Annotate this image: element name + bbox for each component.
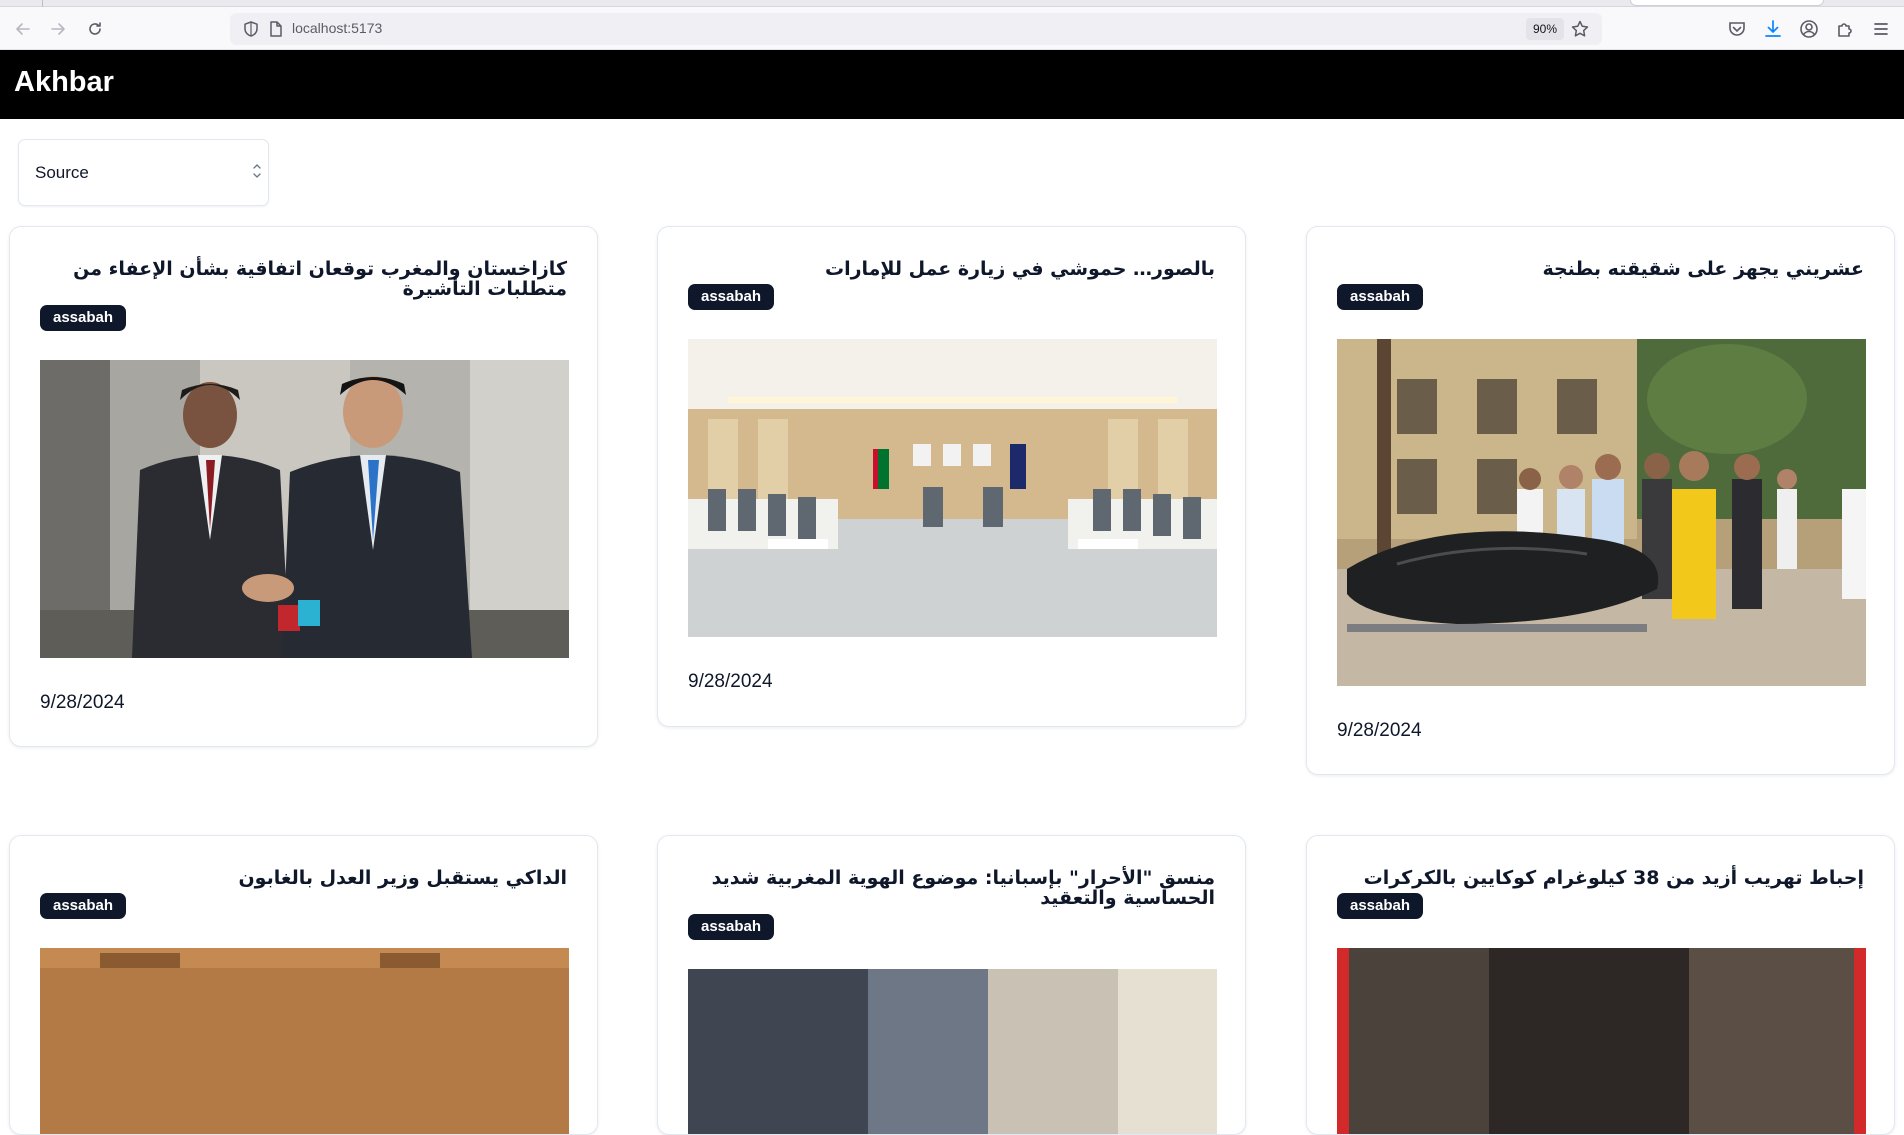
article-card[interactable]: كازاخستان والمغرب توقعان اتفاقية بشأن ال…	[9, 226, 598, 747]
source-badge: assabah	[688, 284, 775, 310]
page-icon[interactable]	[268, 20, 284, 38]
article-title[interactable]: الداكي يستقبل وزير العدل بالغابون	[40, 868, 567, 888]
shield-icon[interactable]	[242, 20, 260, 38]
pocket-icon[interactable]	[1726, 18, 1748, 40]
reload-icon[interactable]	[82, 16, 108, 42]
article-title[interactable]: إحباط تهريب أزيد من 38 كيلوغرام كوكايين …	[1337, 868, 1864, 888]
source-badge: assabah	[40, 893, 127, 919]
article-title[interactable]: منسق "الأحرار" بإسبانيا: موضوع الهوية ال…	[688, 868, 1215, 908]
article-date: 9/28/2024	[1337, 720, 1422, 741]
menu-icon[interactable]	[1870, 18, 1892, 40]
back-arrow-icon[interactable]	[10, 16, 36, 42]
meeting-hall-photo	[688, 339, 1217, 637]
tab-strip	[0, 0, 1904, 7]
article-date: 9/28/2024	[688, 671, 773, 692]
handshake-photo	[40, 360, 569, 658]
seizure-photo	[1337, 948, 1866, 1134]
article-date: 9/28/2024	[40, 692, 125, 713]
article-image[interactable]	[688, 339, 1217, 637]
source-badge: assabah	[1337, 284, 1424, 310]
source-badge: assabah	[688, 914, 775, 940]
article-image[interactable]	[1337, 948, 1866, 1134]
article-title[interactable]: عشريني يجهز على شقيقته بطنجة	[1337, 259, 1864, 279]
article-card[interactable]: منسق "الأحرار" بإسبانيا: موضوع الهوية ال…	[657, 835, 1246, 1135]
source-select[interactable]: Source	[18, 139, 269, 206]
article-card[interactable]: عشريني يجهز على شقيقته بطنجة assabah 9/2…	[1306, 226, 1895, 775]
extensions-icon[interactable]	[1834, 18, 1856, 40]
office-photo	[40, 948, 569, 1134]
article-image[interactable]	[688, 969, 1217, 1134]
account-icon[interactable]	[1798, 18, 1820, 40]
flags-photo	[688, 969, 1217, 1134]
source-select-label: Source	[35, 163, 89, 182]
article-card[interactable]: بالصور… حموشي في زيارة عمل للإمارات assa…	[657, 226, 1246, 727]
bookmark-star-icon[interactable]	[1570, 19, 1590, 39]
url-text[interactable]: localhost:5173	[292, 20, 382, 36]
app-title[interactable]: Akhbar	[14, 66, 114, 99]
crime-scene-photo	[1337, 339, 1866, 686]
url-bar[interactable]: localhost:5173 90%	[230, 13, 1602, 45]
forward-arrow-icon[interactable]	[45, 16, 71, 42]
download-icon[interactable]	[1762, 18, 1784, 40]
browser-toolbar: localhost:5173 90%	[0, 0, 1904, 50]
article-image[interactable]	[40, 360, 569, 658]
browser-tab[interactable]	[1630, 0, 1824, 6]
article-image[interactable]	[40, 948, 569, 1134]
app-header: Akhbar	[0, 50, 1904, 119]
select-caret-icon	[252, 160, 262, 182]
article-card[interactable]: إحباط تهريب أزيد من 38 كيلوغرام كوكايين …	[1306, 835, 1895, 1135]
source-badge: assabah	[40, 305, 127, 331]
zoom-indicator[interactable]: 90%	[1526, 18, 1565, 40]
article-title[interactable]: بالصور… حموشي في زيارة عمل للإمارات	[688, 259, 1215, 279]
article-card[interactable]: الداكي يستقبل وزير العدل بالغابون assaba…	[9, 835, 598, 1135]
article-image[interactable]	[1337, 339, 1866, 686]
tab-divider	[42, 0, 43, 7]
article-title[interactable]: كازاخستان والمغرب توقعان اتفاقية بشأن ال…	[40, 259, 567, 299]
source-badge: assabah	[1337, 893, 1424, 919]
